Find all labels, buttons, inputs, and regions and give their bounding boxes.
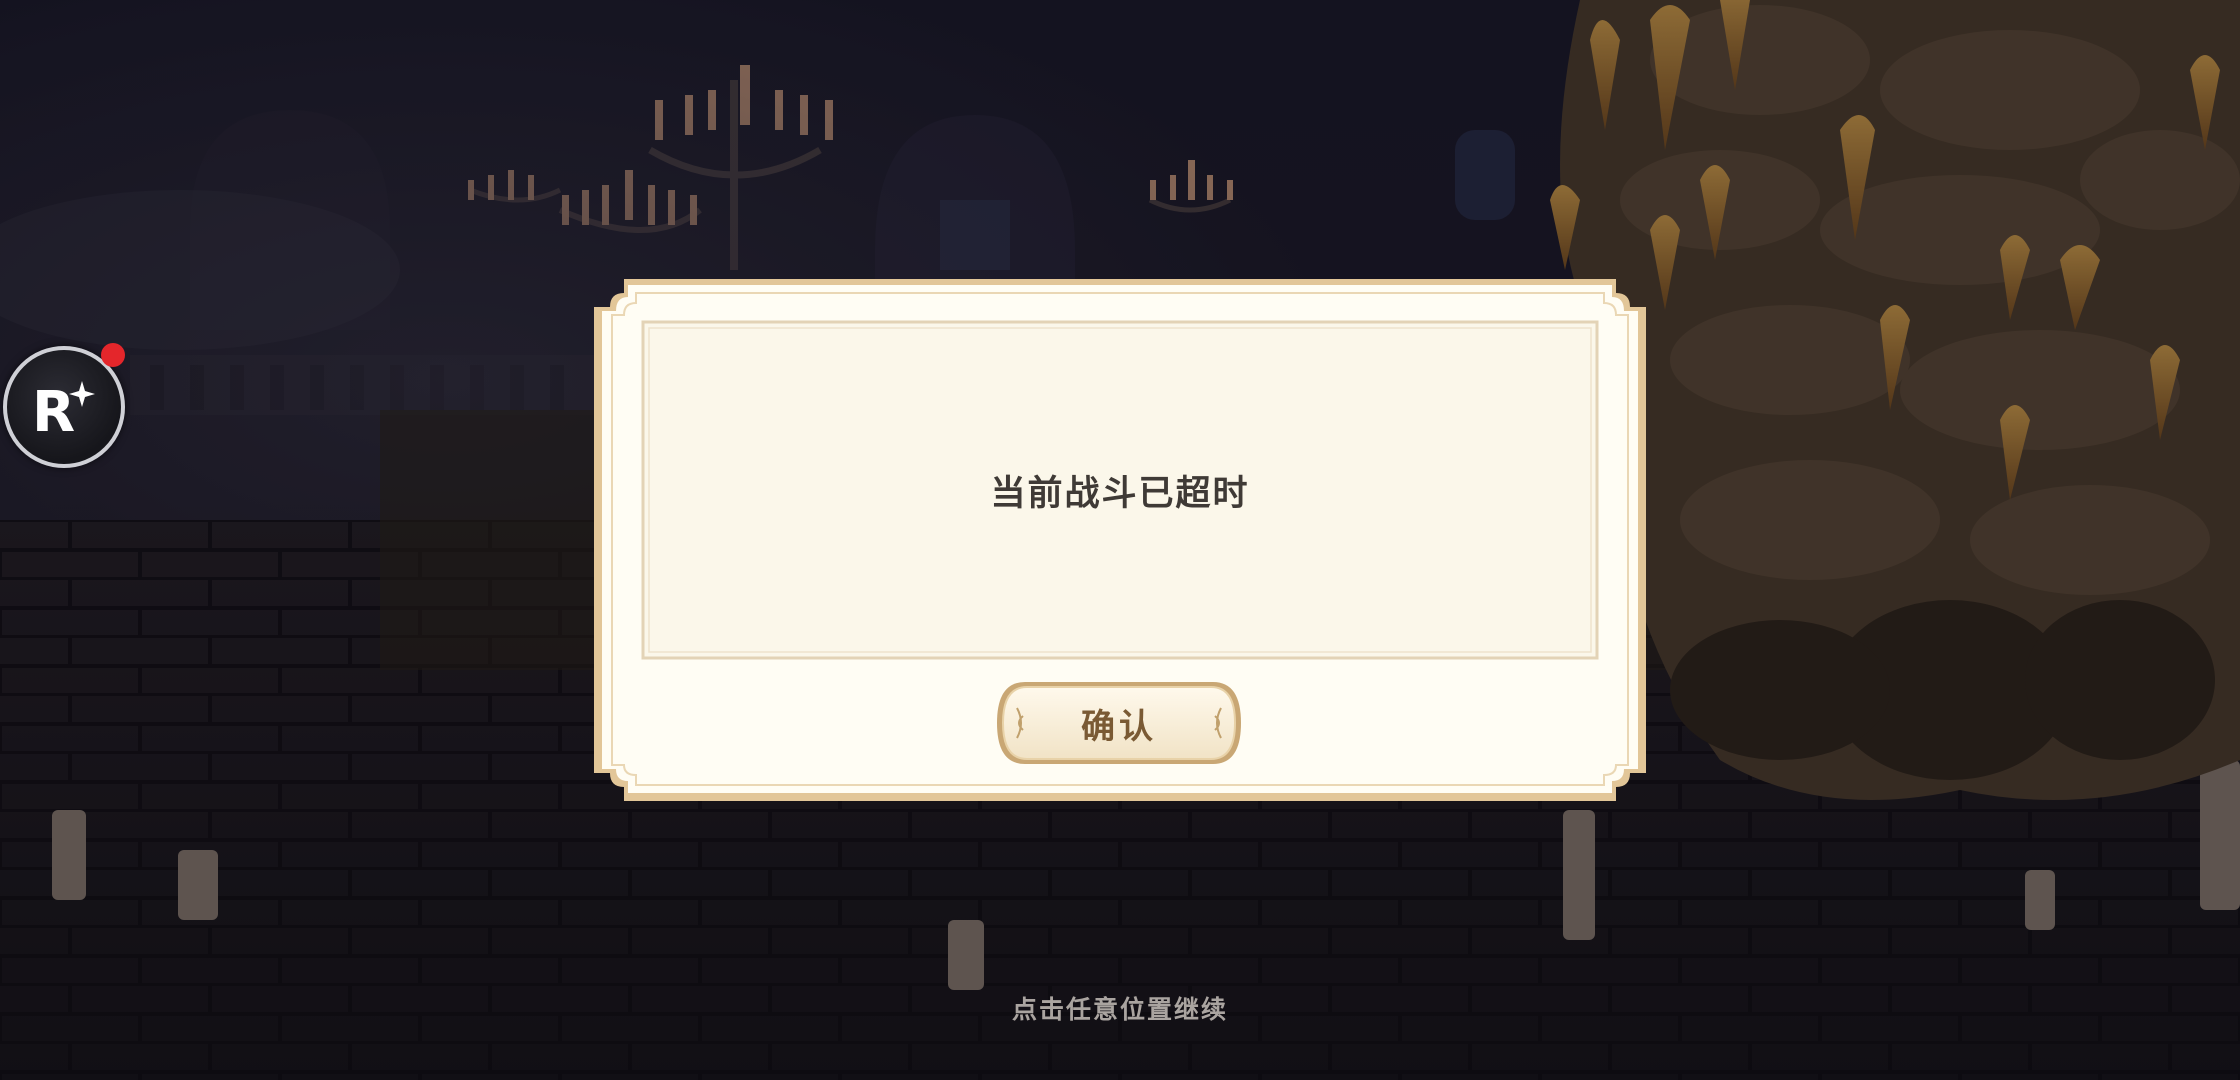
- confirm-button-label: 确认: [1081, 706, 1157, 747]
- confirm-button[interactable]: 确认: [995, 678, 1243, 768]
- sparkle-icon: R: [32, 380, 95, 445]
- notification-dot: [101, 343, 125, 367]
- tap-to-continue-hint[interactable]: 点击任意位置继续: [0, 990, 2240, 1026]
- floating-button-label: R: [32, 380, 75, 445]
- dialog-message: 当前战斗已超时: [990, 472, 1250, 514]
- dialog-message-panel: 当前战斗已超时: [643, 322, 1597, 658]
